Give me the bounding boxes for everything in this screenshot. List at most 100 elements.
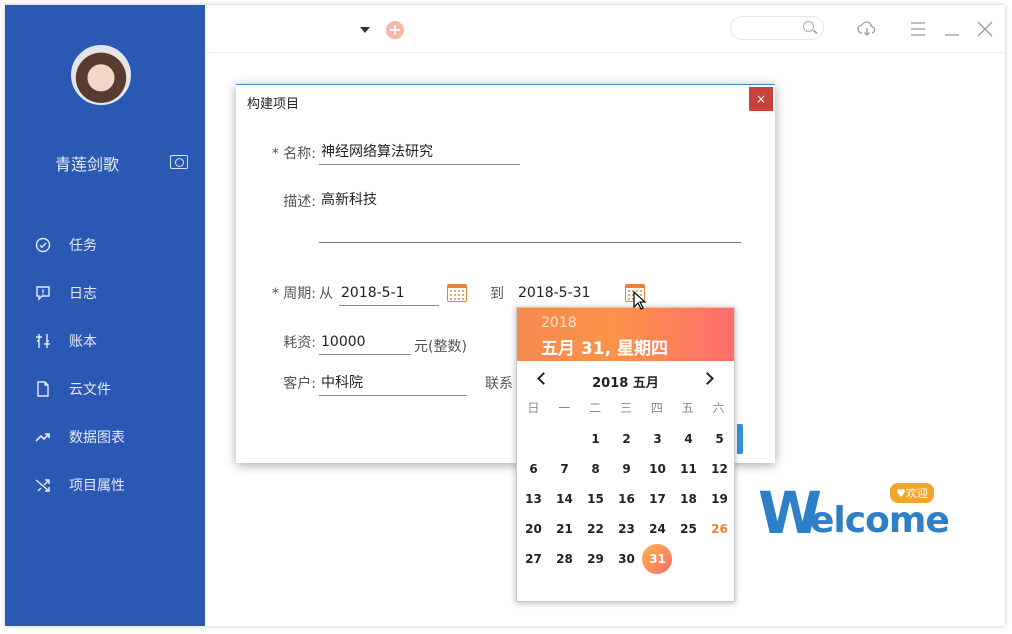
day-cell[interactable]: 18	[673, 484, 704, 514]
weekday-label: 四	[650, 401, 663, 415]
day-cell[interactable]: 25	[673, 514, 704, 544]
cost-label: 耗资:	[283, 335, 316, 351]
day-cell[interactable]: 27	[518, 544, 549, 574]
day-cell[interactable]: 20	[518, 514, 549, 544]
chevron-down-icon[interactable]	[360, 27, 370, 33]
day-cell[interactable]: 30	[611, 544, 642, 574]
date-picker: 2018 五月 31, 星期四 2018 五月 日一二三四五六 12345678…	[516, 307, 735, 602]
day-number: 22	[587, 522, 604, 536]
comment-alert-icon	[35, 285, 51, 301]
day-cell[interactable]: 1	[580, 424, 611, 454]
day-cell[interactable]: 24	[642, 514, 673, 544]
menu-icon[interactable]	[908, 19, 928, 39]
name-label: * 名称:	[271, 146, 316, 162]
confirm-button[interactable]	[737, 424, 743, 454]
day-number: 26	[711, 522, 728, 536]
client-field[interactable]: 中科院	[319, 372, 467, 396]
sidebar-item-log[interactable]: 日志	[5, 269, 205, 317]
camera-icon[interactable]	[170, 155, 188, 169]
day-number: 7	[560, 462, 569, 476]
welcome-rest: elcome	[810, 500, 950, 541]
day-cell[interactable]: 7	[549, 454, 580, 484]
weekday-label: 一	[558, 401, 571, 415]
day-number: 18	[680, 492, 697, 506]
day-number: 31	[649, 552, 666, 566]
day-cell[interactable]: 8	[580, 454, 611, 484]
day-cell[interactable]: 4	[673, 424, 704, 454]
day-blank	[549, 424, 580, 454]
day-cell[interactable]: 19	[704, 484, 735, 514]
day-number: 10	[649, 462, 666, 476]
sidebar-item-label: 任务	[69, 238, 97, 254]
day-cell[interactable]: 5	[704, 424, 735, 454]
day-cell[interactable]: 2	[611, 424, 642, 454]
day-number: 19	[711, 492, 728, 506]
search-input[interactable]	[730, 16, 824, 40]
name-field[interactable]: 神经网络算法研究	[319, 141, 520, 165]
day-number: 11	[680, 462, 697, 476]
dialog-close-button[interactable]: ×	[749, 87, 773, 111]
day-cell[interactable]: 3	[642, 424, 673, 454]
day-cell[interactable]: 15	[580, 484, 611, 514]
day-cell[interactable]: 12	[704, 454, 735, 484]
day-cell[interactable]: 16	[611, 484, 642, 514]
day-number: 16	[618, 492, 635, 506]
day-number: 9	[622, 462, 631, 476]
sidebar-item-ledger[interactable]: 账本	[5, 317, 205, 365]
weekday-label: 二	[589, 401, 602, 415]
sidebar-item-label: 日志	[69, 286, 97, 302]
cost-field[interactable]: 10000	[319, 331, 411, 355]
client-label: 客户:	[283, 376, 316, 392]
weekday-label: 三	[620, 401, 633, 415]
day-blank	[518, 424, 549, 454]
day-cell[interactable]: 31	[642, 544, 673, 574]
day-number: 4	[684, 432, 693, 446]
day-cell[interactable]: 6	[518, 454, 549, 484]
close-icon[interactable]	[975, 19, 995, 39]
day-number: 17	[649, 492, 666, 506]
chevron-right-icon[interactable]	[702, 371, 716, 387]
calendar-icon[interactable]	[447, 284, 467, 302]
day-cell[interactable]: 29	[580, 544, 611, 574]
sidebar-item-charts[interactable]: 数据图表	[5, 413, 205, 461]
sidebar-item-project-props[interactable]: 项目属性	[5, 461, 205, 509]
picker-days: 1 2 3 4 5 6 7 8 9 10 11 12 13 14 15 16 17 18 19 20 21 22 23 24 2…	[517, 424, 734, 574]
day-number: 5	[715, 432, 724, 446]
day-cell[interactable]: 26	[704, 514, 735, 544]
search-icon[interactable]	[803, 21, 814, 32]
sidebar-item-label: 项目属性	[69, 478, 125, 494]
cloud-download-icon[interactable]	[857, 19, 877, 39]
picker-year[interactable]: 2018	[541, 315, 577, 331]
add-icon[interactable]: +	[386, 21, 404, 39]
day-cell[interactable]: 11	[673, 454, 704, 484]
desc-label: 描述:	[283, 194, 316, 210]
weekday-label: 日	[527, 401, 540, 415]
day-cell[interactable]: 9	[611, 454, 642, 484]
sidebar-item-tasks[interactable]: 任务	[5, 221, 205, 269]
day-number: 13	[525, 492, 542, 506]
desc-field[interactable]: 高新科技	[319, 189, 741, 243]
day-cell[interactable]: 21	[549, 514, 580, 544]
day-number: 21	[556, 522, 573, 536]
avatar[interactable]	[71, 45, 131, 105]
day-cell[interactable]: 10	[642, 454, 673, 484]
day-cell[interactable]: 23	[611, 514, 642, 544]
minimize-icon[interactable]	[942, 19, 962, 39]
sidebar-item-label: 云文件	[69, 382, 111, 398]
contact-label: 联系	[485, 376, 513, 392]
day-cell[interactable]: 14	[549, 484, 580, 514]
app-window: 青莲剑歌 任务 日志 账本 云文件 数据图表 项目属性 + W elcome ♥…	[5, 5, 1005, 626]
cost-unit: 元(整数)	[414, 339, 467, 355]
from-label: 从	[319, 286, 333, 302]
day-cell[interactable]: 13	[518, 484, 549, 514]
username: 青莲剑歌	[55, 155, 120, 174]
day-cell[interactable]: 17	[642, 484, 673, 514]
top-bar: +	[205, 5, 1005, 53]
welcome-logo: W elcome ♥欢迎	[758, 477, 950, 547]
start-date-field[interactable]: 2018-5-1	[339, 282, 439, 306]
day-number: 29	[587, 552, 604, 566]
day-cell[interactable]: 28	[549, 544, 580, 574]
sidebar-item-cloud-files[interactable]: 云文件	[5, 365, 205, 413]
end-date-field[interactable]: 2018-5-31	[516, 282, 616, 306]
day-cell[interactable]: 22	[580, 514, 611, 544]
